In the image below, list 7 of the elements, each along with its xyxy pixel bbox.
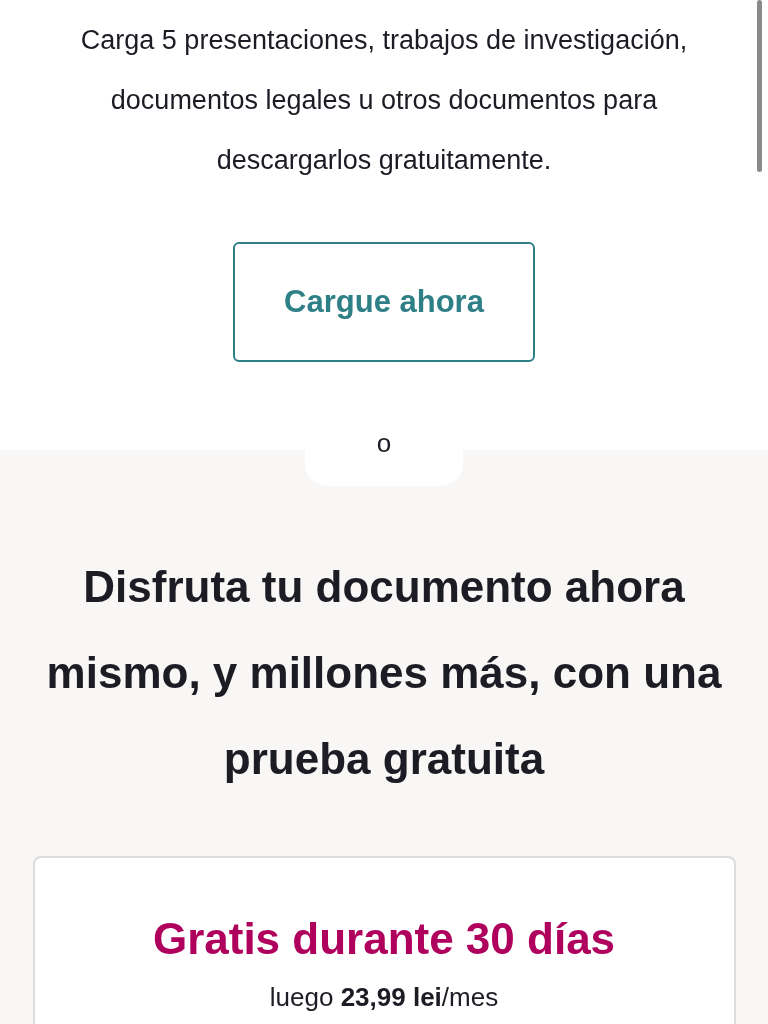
upload-now-button[interactable]: Cargue ahora bbox=[233, 242, 535, 362]
price-text: luego 23,99 lei/mes bbox=[269, 982, 499, 1013]
trial-heading: Disfruta tu documento ahora mismo, y millones más, con una prueba gratuita bbox=[45, 561, 723, 785]
scrollbar-thumb[interactable] bbox=[757, 0, 762, 172]
or-separator: o bbox=[376, 428, 392, 460]
upload-description: Carga 5 presentaciones, trabajos de investigación, documentos legales u otros documentos para descargarlos gratuitamente. bbox=[79, 24, 689, 177]
offer-title: Gratis durante 30 días bbox=[152, 914, 616, 964]
